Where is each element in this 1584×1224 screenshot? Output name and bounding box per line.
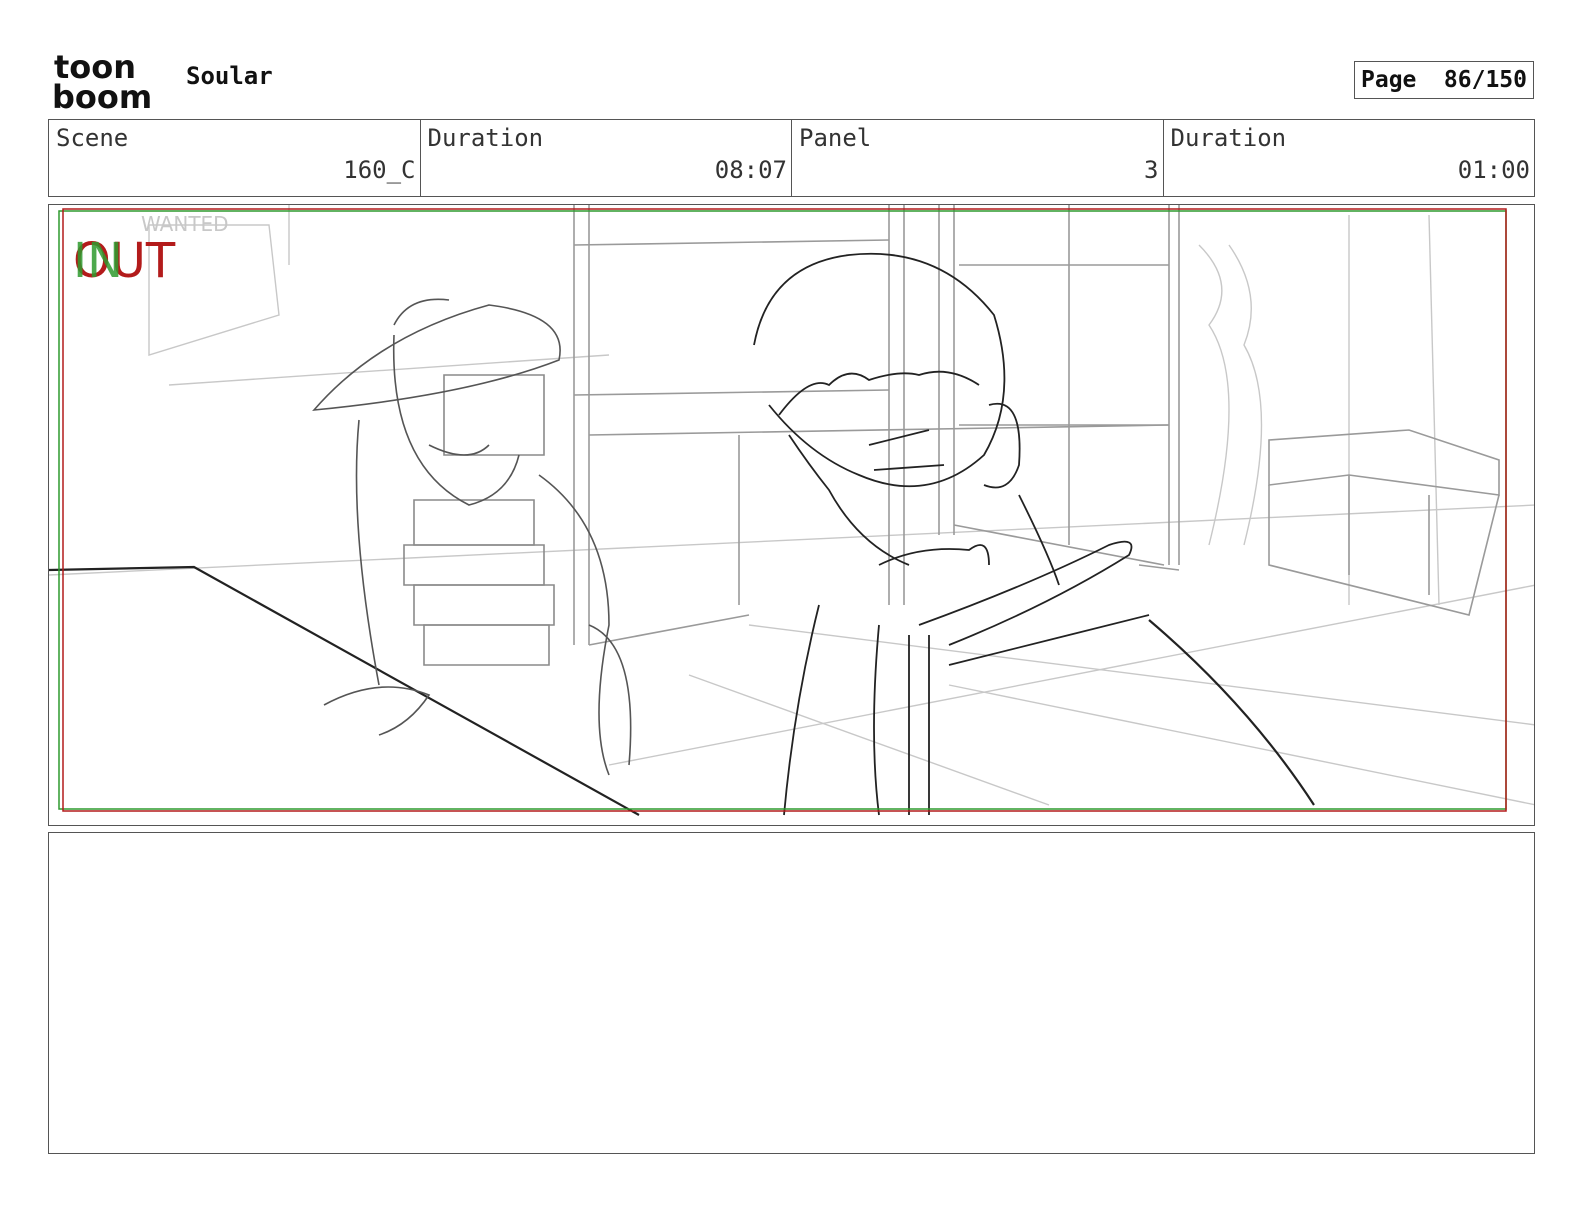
scene-cell: Scene 160_C [49, 120, 421, 196]
page-indicator: Page 86/150 [1354, 61, 1534, 99]
panel-duration-cell: Duration 01:00 [1164, 120, 1535, 196]
book-stack-sketch [403, 374, 555, 666]
panel-cell: Panel 3 [792, 120, 1164, 196]
scene-duration-value: 08:07 [714, 156, 787, 184]
scene-duration-label: Duration [427, 124, 544, 152]
page-label: Page [1361, 67, 1417, 93]
in-safe-area [58, 210, 1507, 810]
action-notes-box[interactable] [48, 832, 1535, 1154]
boy-character-sketch [753, 252, 1150, 816]
panel-duration-label: Duration [1170, 124, 1287, 152]
panel-label: Panel [799, 124, 872, 152]
scene-value: 160_C [343, 156, 416, 184]
panel-sketch: WANTED OUT IN [49, 205, 1534, 816]
background-sketch [49, 205, 1534, 806]
scene-info-row: Scene 160_C Duration 08:07 Panel 3 Durat… [48, 119, 1535, 197]
storyboard-panel: WANTED OUT IN [48, 204, 1535, 826]
panel-duration-value: 01:00 [1457, 156, 1530, 184]
project-title: Soular [186, 62, 273, 90]
toon-boom-logo: toon boom [52, 50, 152, 112]
panel-value: 3 [1144, 156, 1159, 184]
girl-character-sketch [312, 298, 632, 776]
scene-label: Scene [56, 124, 129, 152]
logo-text-bottom: boom [52, 78, 152, 112]
page-number: 86/150 [1443, 67, 1527, 93]
in-marker: IN [73, 233, 123, 289]
scene-duration-cell: Duration 08:07 [421, 120, 792, 196]
desk-sketch [49, 565, 1315, 816]
out-safe-area [62, 208, 1507, 812]
chest-sketch [1268, 429, 1500, 616]
